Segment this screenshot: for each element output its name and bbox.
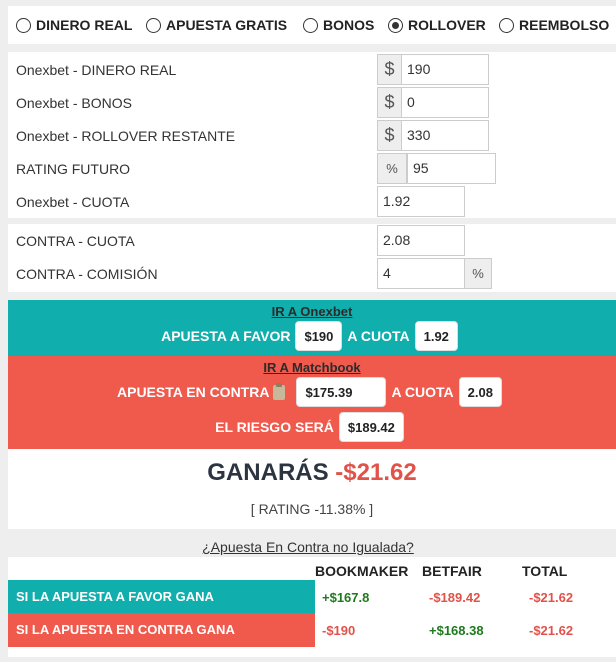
risk-value: $189.42 bbox=[338, 412, 404, 442]
field-row-contra-comision: CONTRA - COMISIÓN 4 % bbox=[8, 258, 616, 291]
dollar-icon: $ bbox=[377, 87, 402, 118]
result-panel: GANARÁS -$21.62 [ RATING -11.38% ] bbox=[8, 449, 616, 529]
contra-stake-value: $175.39 bbox=[296, 377, 387, 407]
radio-dinero-real[interactable]: DINERO REAL bbox=[16, 17, 132, 33]
field-row-dinero-real: Onexbet - DINERO REAL $ 190 bbox=[8, 54, 616, 87]
profit-value: -$21.62 bbox=[335, 459, 417, 486]
cell-bookmaker: -$190 bbox=[322, 623, 356, 638]
risk-label: EL RIESGO SERÁ bbox=[215, 419, 334, 435]
contra-comision-input[interactable]: 4 bbox=[377, 258, 465, 289]
row-contra-wins: SI LA APUESTA EN CONTRA GANA bbox=[8, 613, 315, 647]
percent-icon: % bbox=[464, 258, 492, 289]
rating-futuro-input[interactable]: 95 bbox=[407, 153, 496, 184]
radio-rollover[interactable]: ROLLOVER bbox=[388, 17, 486, 33]
radio-circle-icon[interactable] bbox=[16, 17, 31, 33]
cell-betfair: +$168.38 bbox=[429, 623, 484, 638]
field-row-contra-cuota: CONTRA - CUOTA 2.08 bbox=[8, 225, 616, 258]
favor-odds-value: 1.92 bbox=[414, 321, 458, 351]
radio-label: ROLLOVER bbox=[408, 17, 486, 33]
favor-stake-value: $190 bbox=[295, 321, 343, 351]
radio-label: REEMBOLSO bbox=[519, 17, 610, 33]
radio-label: APUESTA GRATIS bbox=[166, 17, 288, 33]
unmatched-bet-link[interactable]: ¿Apuesta En Contra no Igualada? bbox=[0, 539, 616, 555]
field-row-rating-futuro: RATING FUTURO % 95 bbox=[8, 153, 616, 186]
field-label: Onexbet - DINERO REAL bbox=[16, 62, 177, 78]
row-favor-wins: SI LA APUESTA A FAVOR GANA bbox=[8, 580, 315, 614]
dollar-icon: $ bbox=[377, 120, 402, 151]
radio-label: BONOS bbox=[323, 17, 375, 33]
field-label: Onexbet - BONOS bbox=[16, 95, 132, 111]
contra-stake-line: APUESTA EN CONTRA $175.39 A CUOTA 2.08 bbox=[8, 376, 616, 408]
profit-label: GANARÁS bbox=[207, 459, 329, 486]
field-label: Onexbet - CUOTA bbox=[16, 194, 130, 210]
bookmaker-link[interactable]: IR A Onexbet bbox=[8, 304, 616, 319]
radio-circle-icon[interactable] bbox=[499, 17, 514, 33]
field-label: CONTRA - CUOTA bbox=[16, 233, 135, 249]
field-label: RATING FUTURO bbox=[16, 161, 131, 177]
field-row-cuota: Onexbet - CUOTA 1.92 bbox=[8, 186, 616, 219]
bonos-input[interactable]: 0 bbox=[401, 87, 489, 118]
clipboard-icon[interactable] bbox=[273, 382, 286, 400]
profit-headline: GANARÁS -$21.62 bbox=[8, 459, 616, 487]
radio-reembolso[interactable]: REEMBOLSO bbox=[499, 17, 609, 33]
column-header: TOTAL bbox=[522, 563, 568, 579]
rollover-restante-input[interactable]: 330 bbox=[401, 120, 489, 151]
cell-betfair: -$189.42 bbox=[429, 590, 481, 605]
field-row-rollover: Onexbet - ROLLOVER RESTANTE $ 330 bbox=[8, 120, 616, 153]
contra-odds-value: 2.08 bbox=[458, 377, 502, 407]
radio-apuesta-gratis[interactable]: APUESTA GRATIS bbox=[146, 17, 287, 33]
exchange-link[interactable]: IR A Matchbook bbox=[8, 360, 616, 375]
cell-total: -$21.62 bbox=[529, 623, 574, 638]
outcome-table: BOOKMAKER BETFAIR TOTAL SI LA APUESTA A … bbox=[8, 557, 616, 657]
contra-panel: CONTRA - CUOTA 2.08 CONTRA - COMISIÓN 4 … bbox=[8, 224, 616, 292]
stake-label: APUESTA EN CONTRA bbox=[117, 384, 270, 400]
field-row-bonos: Onexbet - BONOS $ 0 bbox=[8, 87, 616, 120]
dinero-real-input[interactable]: 190 bbox=[401, 54, 489, 85]
odds-label: A CUOTA bbox=[391, 384, 454, 400]
percent-icon: % bbox=[377, 153, 407, 184]
cell-bookmaker: +$167.8 bbox=[322, 590, 370, 605]
cell-total: -$21.62 bbox=[529, 590, 574, 605]
column-header: BOOKMAKER bbox=[315, 563, 409, 579]
odds-label: A CUOTA bbox=[347, 328, 410, 344]
contra-band: IR A Matchbook APUESTA EN CONTRA $175.39… bbox=[8, 356, 616, 449]
radio-label: DINERO REAL bbox=[36, 17, 133, 33]
favor-stake-line: APUESTA A FAVOR $190 A CUOTA 1.92 bbox=[8, 320, 616, 352]
stake-label: APUESTA A FAVOR bbox=[161, 328, 291, 344]
field-label: CONTRA - COMISIÓN bbox=[16, 266, 158, 282]
bookmaker-panel: Onexbet - DINERO REAL $ 190 Onexbet - BO… bbox=[8, 52, 616, 218]
favor-band: IR A Onexbet APUESTA A FAVOR $190 A CUOT… bbox=[8, 300, 616, 356]
radio-circle-checked-icon[interactable] bbox=[388, 17, 403, 33]
radio-circle-icon[interactable] bbox=[303, 17, 318, 33]
dollar-icon: $ bbox=[377, 54, 402, 85]
radio-bonos[interactable]: BONOS bbox=[303, 17, 374, 33]
contra-cuota-input[interactable]: 2.08 bbox=[377, 225, 465, 256]
cuota-input[interactable]: 1.92 bbox=[377, 186, 465, 217]
column-header: BETFAIR bbox=[422, 563, 482, 579]
radio-circle-icon[interactable] bbox=[146, 17, 161, 33]
rating-text: [ RATING -11.38% ] bbox=[250, 501, 374, 517]
mode-selector: DINERO REAL APUESTA GRATIS BONOS ROLLOVE… bbox=[8, 6, 616, 44]
risk-line: EL RIESGO SERÁ $189.42 bbox=[8, 411, 616, 443]
field-label: Onexbet - ROLLOVER RESTANTE bbox=[16, 128, 236, 144]
